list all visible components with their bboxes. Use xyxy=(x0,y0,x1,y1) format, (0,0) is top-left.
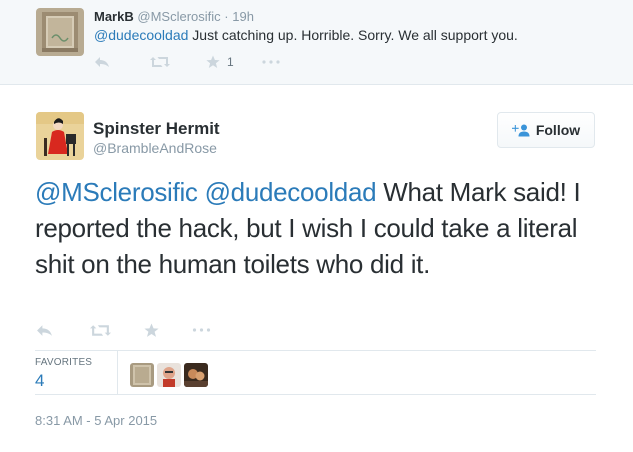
reply-reply-icon[interactable] xyxy=(94,56,150,68)
stats-bottom-divider xyxy=(35,394,596,395)
main-actions xyxy=(36,320,222,340)
main-retweet-icon[interactable] xyxy=(90,324,144,337)
reply-actions: 1 xyxy=(94,53,292,71)
reply-handle[interactable]: @MSclerosific xyxy=(137,9,220,24)
main-reply-icon[interactable] xyxy=(36,324,90,337)
reply-name[interactable]: MarkB xyxy=(94,9,134,24)
main-star-icon[interactable] xyxy=(144,323,192,338)
follow-label: Follow xyxy=(535,122,581,138)
star-icon xyxy=(206,55,220,68)
reply-text: @dudecooldad Just catching up. Horrible.… xyxy=(94,27,518,43)
main-mention-msclerosific[interactable]: @MSclerosific xyxy=(35,177,198,207)
reply-body: Just catching up. Horrible. Sorry. We al… xyxy=(188,27,518,43)
reply-retweet-icon[interactable] xyxy=(150,56,206,68)
reply-separator: · xyxy=(224,9,229,24)
follow-button[interactable]: Follow xyxy=(497,112,595,148)
main-author-name[interactable]: Spinster Hermit xyxy=(93,119,220,139)
reply-header: MarkB @MSclerosific · 19h xyxy=(94,9,254,24)
main-more-icon[interactable] xyxy=(192,328,222,332)
reply-more-icon[interactable] xyxy=(262,60,292,64)
reply-tweet: MarkB @MSclerosific · 19h @dudecooldad J… xyxy=(0,0,633,85)
favoriter-avatar[interactable] xyxy=(184,363,208,387)
stats-top-divider xyxy=(35,350,596,351)
reply-favorite-count: 1 xyxy=(227,55,234,69)
follow-person-icon xyxy=(511,124,530,137)
main-author-handle[interactable]: @BrambleAndRose xyxy=(93,140,217,156)
favoriter-avatar[interactable] xyxy=(157,363,181,387)
reply-mention[interactable]: @dudecooldad xyxy=(94,27,188,43)
favoriter-avatar[interactable] xyxy=(130,363,154,387)
favorites-label: FAVORITES xyxy=(35,357,93,368)
tweet-timestamp[interactable]: 8:31 AM - 5 Apr 2015 xyxy=(35,413,157,428)
reply-avatar[interactable] xyxy=(36,8,84,56)
main-tweet-text: @MSclerosific @dudecooldad What Mark sai… xyxy=(35,174,605,282)
stats-separator xyxy=(117,351,118,394)
reply-favorite-button[interactable]: 1 xyxy=(206,55,262,69)
reply-time[interactable]: 19h xyxy=(232,9,254,24)
main-mention-dudecooldad[interactable]: @dudecooldad xyxy=(205,177,377,207)
main-avatar[interactable] xyxy=(36,112,84,160)
favorites-count: 4 xyxy=(35,371,45,390)
favoriter-avatars xyxy=(130,363,211,387)
favorites-stat[interactable]: FAVORITES 4 xyxy=(35,357,92,391)
